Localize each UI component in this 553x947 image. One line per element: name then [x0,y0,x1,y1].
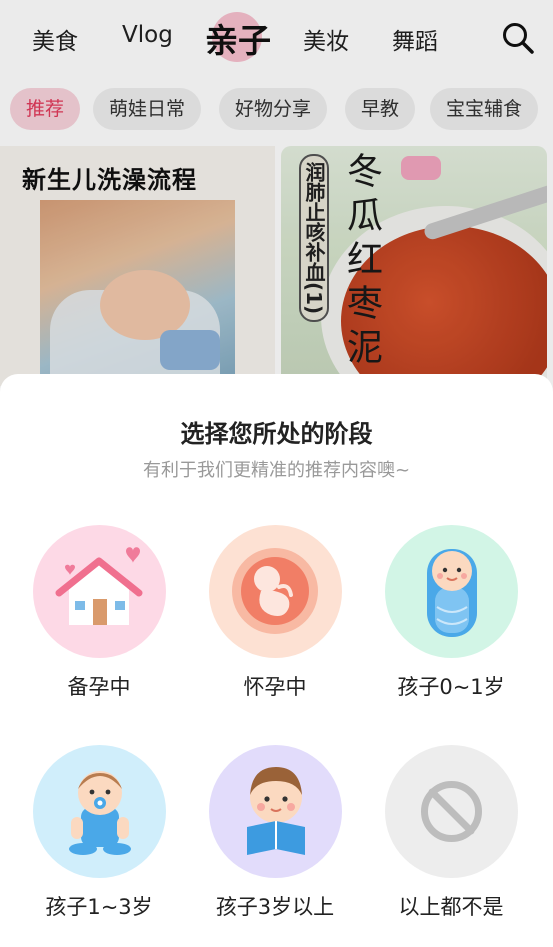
option-child-1-3[interactable]: 孩子1~3岁 [11,745,187,945]
option-icon-circle [209,745,342,878]
option-child-0-1[interactable]: 孩子0~1岁 [363,525,539,725]
option-icon-circle [33,525,166,658]
option-child-3-plus[interactable]: 孩子3岁以上 [187,745,363,945]
sheet-title: 选择您所处的阶段 [180,420,373,448]
toddler-pacifier-icon [69,771,131,855]
option-pregnant[interactable]: 怀孕中 [187,525,363,725]
option-none-of-above[interactable]: 以上都不是 [363,745,539,945]
option-icon-circle [33,745,166,878]
option-icon-circle [385,745,518,878]
option-preparing-pregnancy[interactable]: 备孕中 [11,525,187,725]
option-label: 以上都不是 [398,895,504,919]
option-icon-circle [385,525,518,658]
option-label: 怀孕中 [243,675,307,699]
stage-selection-sheet: 选择您所处的阶段 有利于我们更精准的推荐内容噢~ 备孕中 怀孕中 孩子0~1岁 … [0,374,553,947]
option-label: 孩子1~3岁 [45,895,153,919]
child-reading-icon [247,767,305,855]
house-hearts-icon [55,547,143,625]
swaddled-baby-icon [427,549,477,637]
option-label: 孩子3岁以上 [215,895,335,919]
prohibited-icon [421,781,482,842]
option-icon-circle [209,525,342,658]
option-label: 孩子0~1岁 [397,675,505,699]
option-label: 备孕中 [67,675,131,699]
sheet-subtitle: 有利于我们更精准的推荐内容噢~ [142,460,411,481]
fetus-icon [232,548,318,634]
